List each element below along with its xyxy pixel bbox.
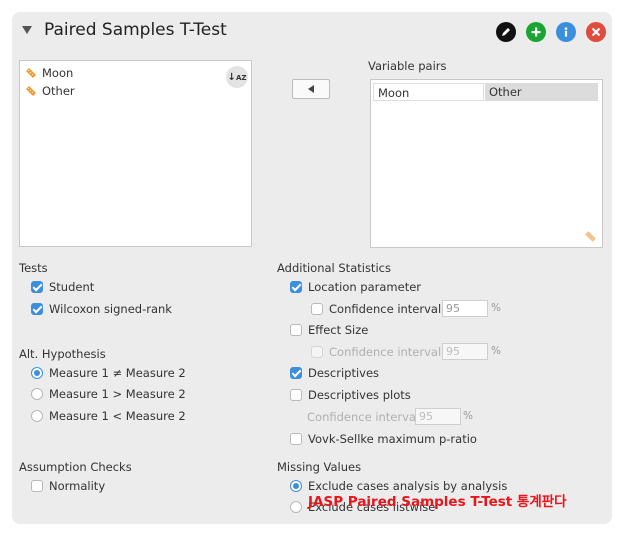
ci2-option: Confidence interval (311, 345, 441, 359)
hypothesis-lt-option[interactable]: Measure 1 < Measure 2 (31, 409, 186, 423)
ci2-checkbox (311, 346, 323, 358)
duplicate-analysis-button[interactable] (526, 22, 546, 42)
pair-cell-2[interactable]: Other (485, 83, 598, 101)
missing-values-heading: Missing Values (277, 460, 362, 474)
collapse-arrow-icon[interactable] (22, 26, 32, 34)
location-parameter-checkbox[interactable] (290, 281, 302, 293)
hypothesis-gt-radio[interactable] (31, 388, 43, 400)
student-checkbox[interactable] (31, 281, 43, 293)
exclude-listwise-radio[interactable] (290, 501, 302, 513)
student-label: Student (49, 280, 95, 294)
hypothesis-lt-label: Measure 1 < Measure 2 (49, 409, 186, 423)
ci3-percent: % (463, 410, 473, 422)
hypothesis-neq-option[interactable]: Measure 1 ≠ Measure 2 (31, 366, 186, 380)
title-row[interactable]: Paired Samples T-Test (22, 20, 227, 40)
scale-ruler-icon (26, 68, 36, 78)
normality-checkbox[interactable] (31, 480, 43, 492)
effect-size-option[interactable]: Effect Size (290, 323, 368, 337)
ci2-percent: % (491, 345, 501, 357)
scale-ruler-icon (585, 231, 596, 242)
student-option[interactable]: Student (31, 280, 94, 294)
variable-pairs-list[interactable] (370, 79, 603, 248)
wilcoxon-label: Wilcoxon signed-rank (49, 302, 172, 316)
descriptives-option[interactable]: Descriptives (290, 366, 379, 380)
info-button[interactable] (556, 22, 576, 42)
sort-icon: ↓AZ (227, 71, 247, 83)
variable-label: Moon (42, 66, 74, 80)
hypothesis-gt-label: Measure 1 > Measure 2 (49, 387, 186, 401)
normality-option[interactable]: Normality (31, 479, 105, 493)
analysis-title: Paired Samples T-Test (44, 20, 227, 40)
wilcoxon-option[interactable]: Wilcoxon signed-rank (31, 302, 172, 316)
info-icon (564, 27, 568, 37)
scale-ruler-icon (26, 86, 36, 96)
close-icon (591, 27, 601, 37)
hypothesis-neq-radio[interactable] (31, 367, 43, 379)
descriptives-plots-checkbox[interactable] (290, 389, 302, 401)
descriptives-label: Descriptives (308, 366, 380, 380)
watermark-text: JASP Paired Samples T-Test 통계판다 (308, 494, 567, 510)
sort-az-button[interactable]: ↓AZ (226, 66, 248, 88)
assumption-checks-heading: Assumption Checks (19, 460, 132, 474)
effect-size-checkbox[interactable] (290, 324, 302, 336)
descriptives-plots-label: Descriptives plots (308, 388, 411, 402)
additional-statistics-heading: Additional Statistics (277, 261, 391, 275)
move-variable-button[interactable] (292, 79, 330, 99)
hypothesis-neq-label: Measure 1 ≠ Measure 2 (49, 366, 186, 380)
close-analysis-button[interactable] (586, 22, 606, 42)
variable-item-other[interactable]: Other (25, 84, 75, 98)
ci1-option[interactable]: Confidence interval (311, 302, 441, 316)
variable-item-moon[interactable]: Moon (25, 66, 73, 80)
location-parameter-option[interactable]: Location parameter (290, 280, 421, 294)
descriptives-checkbox[interactable] (290, 367, 302, 379)
ci1-percent: % (491, 302, 501, 314)
ci3-value-input: 95 (415, 408, 461, 425)
pencil-icon (502, 28, 510, 36)
vovk-sellke-checkbox[interactable] (290, 433, 302, 445)
normality-label: Normality (49, 479, 106, 493)
ci2-label: Confidence interval (329, 345, 442, 359)
plus-icon (531, 27, 541, 37)
ci1-checkbox[interactable] (311, 303, 323, 315)
exclude-analysis-radio[interactable] (290, 480, 302, 492)
variable-pairs-label: Variable pairs (368, 59, 447, 73)
wilcoxon-checkbox[interactable] (31, 303, 43, 315)
descriptives-plots-option[interactable]: Descriptives plots (290, 388, 411, 402)
ci1-label: Confidence interval (329, 302, 442, 316)
hypothesis-lt-radio[interactable] (31, 410, 43, 422)
vovk-sellke-option[interactable]: Vovk-Sellke maximum p-ratio (290, 432, 477, 446)
pair-cell-1[interactable]: Moon (373, 83, 484, 101)
available-variables-list[interactable]: Moon Other (19, 60, 252, 247)
arrow-left-icon (308, 85, 314, 93)
alt-hypothesis-heading: Alt. Hypothesis (19, 347, 106, 361)
ci1-value-input[interactable]: 95 (442, 300, 488, 317)
vovk-sellke-label: Vovk-Sellke maximum p-ratio (308, 432, 477, 446)
hypothesis-gt-option[interactable]: Measure 1 > Measure 2 (31, 387, 186, 401)
location-parameter-label: Location parameter (308, 280, 422, 294)
variable-label: Other (42, 84, 75, 98)
tests-heading: Tests (19, 261, 48, 275)
ci2-value-input: 95 (442, 343, 488, 360)
ci3-label: Confidence interval (307, 410, 420, 424)
edit-title-button[interactable] (496, 22, 516, 42)
effect-size-label: Effect Size (308, 323, 369, 337)
